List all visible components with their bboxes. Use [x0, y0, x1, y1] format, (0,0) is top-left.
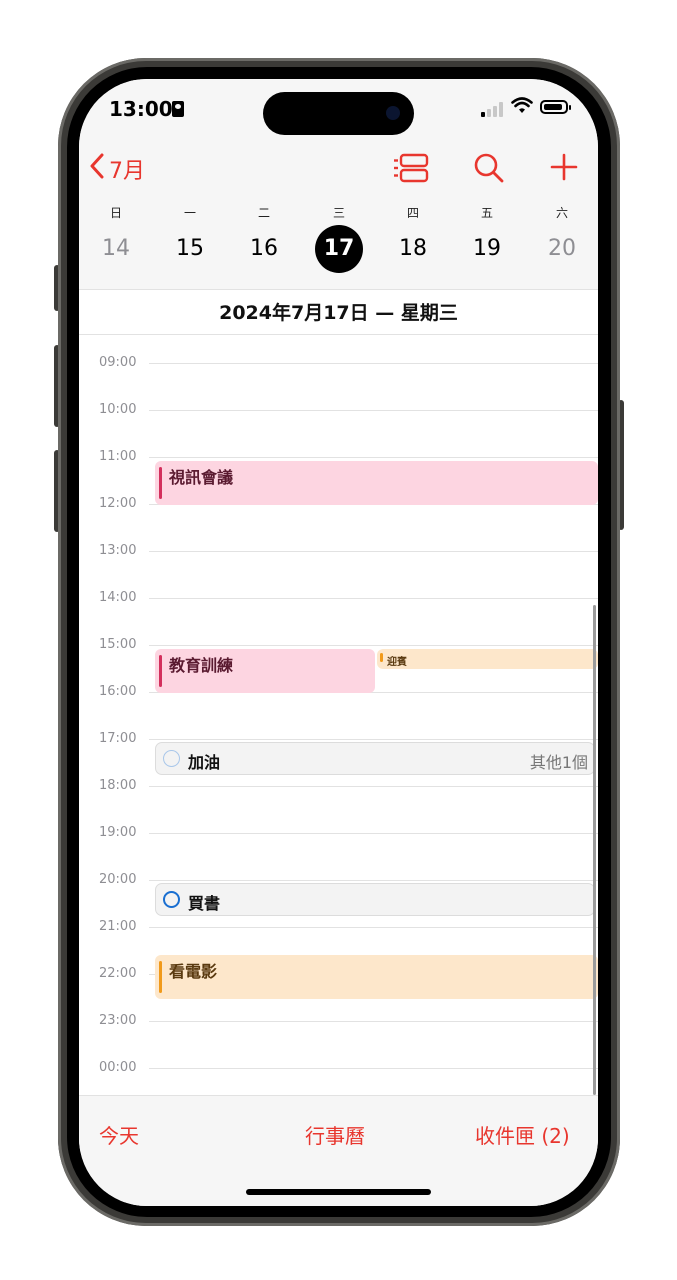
back-month-label: 7月 [109, 159, 145, 184]
event-title: 看電影 [169, 962, 218, 981]
camera-icon [386, 106, 400, 120]
hour-row: 10:00 [79, 402, 598, 422]
week-strip: 14 15 16 17 18 19 20 [79, 225, 598, 273]
event-color-bar [159, 961, 162, 993]
weekday-label: 五 [480, 206, 493, 220]
event-block[interactable]: 迎賓 [377, 649, 598, 669]
dynamic-island [263, 92, 414, 135]
status-time: 13:00 [109, 97, 173, 121]
list-view-icon[interactable] [393, 153, 429, 183]
date-cell[interactable]: 18 [389, 225, 437, 273]
reminder-more-count: 其他1個 [529, 753, 588, 772]
search-icon[interactable] [473, 152, 505, 184]
hour-label: 00:00 [99, 1060, 137, 1075]
event-block[interactable]: 看電影 [155, 955, 598, 999]
cellular-signal-icon [481, 101, 505, 117]
reminder-title: 買書 [188, 894, 221, 913]
day-timeline[interactable]: 09:00 10:00 11:00 12:00 13:00 14:00 15:0… [79, 335, 598, 1095]
weekday-label: 六 [555, 206, 568, 220]
hour-label: 14:00 [99, 590, 137, 605]
hour-label: 17:00 [99, 731, 137, 746]
reminder-title: 加油 [188, 753, 221, 772]
hour-label: 09:00 [99, 355, 137, 370]
battery-icon [540, 100, 568, 114]
hour-row: 00:00 [79, 1060, 598, 1080]
weekday-label: 二 [257, 206, 270, 220]
scrollbar[interactable] [593, 605, 596, 1095]
chevron-left-icon [89, 152, 105, 187]
date-cell[interactable]: 19 [463, 225, 511, 273]
hour-label: 13:00 [99, 543, 137, 558]
weekday-header: 日 一 二 三 四 五 六 [79, 204, 598, 220]
hour-label: 18:00 [99, 778, 137, 793]
reminder-checkbox[interactable] [163, 891, 180, 908]
calendar-screen: 13:00 7月 日 一 二 三 四 五 六 14 15 16 17 18 19… [79, 79, 598, 1206]
calendars-button[interactable]: 行事曆 [305, 1120, 365, 1149]
event-title: 視訊會議 [169, 468, 234, 487]
hour-label: 10:00 [99, 402, 137, 417]
date-cell[interactable]: 15 [166, 225, 214, 273]
today-button[interactable]: 今天 [99, 1120, 139, 1149]
event-title: 教育訓練 [169, 656, 234, 675]
hour-row: 19:00 [79, 825, 598, 845]
hour-label: 11:00 [99, 449, 137, 464]
reminder-item[interactable]: 加油 其他1個 [155, 742, 595, 775]
hour-row: 18:00 [79, 778, 598, 798]
hour-row: 13:00 [79, 543, 598, 563]
weekday-label: 一 [183, 206, 196, 220]
hour-label: 16:00 [99, 684, 137, 699]
focus-id-icon [172, 101, 184, 117]
hour-label: 12:00 [99, 496, 137, 511]
event-block[interactable]: 視訊會議 [155, 461, 598, 505]
weekday-label: 日 [109, 206, 122, 220]
event-block[interactable]: 教育訓練 [155, 649, 375, 693]
hour-row: 14:00 [79, 590, 598, 610]
hour-label: 15:00 [99, 637, 137, 652]
home-indicator[interactable] [246, 1189, 431, 1195]
event-color-bar [159, 467, 162, 499]
hour-label: 21:00 [99, 919, 137, 934]
wifi-icon [511, 97, 533, 120]
selected-day-title: 2024年7月17日 — 星期三 [79, 289, 598, 335]
event-color-bar [159, 655, 162, 687]
event-title: 迎賓 [387, 657, 407, 668]
hour-row: 23:00 [79, 1013, 598, 1033]
weekday-label: 四 [406, 206, 419, 220]
hour-row: 09:00 [79, 355, 598, 375]
reminder-checkbox[interactable] [163, 750, 180, 767]
hour-label: 22:00 [99, 966, 137, 981]
hour-label: 20:00 [99, 872, 137, 887]
date-cell[interactable]: 14 [92, 225, 140, 273]
back-month-button[interactable]: 7月 [89, 151, 145, 187]
battery-tip [569, 105, 571, 110]
reminder-item[interactable]: 買書 [155, 883, 595, 916]
hour-label: 19:00 [99, 825, 137, 840]
selected-date-cell[interactable]: 17 [315, 225, 363, 273]
weekday-label: 三 [332, 206, 345, 220]
hour-label: 23:00 [99, 1013, 137, 1028]
add-event-icon[interactable] [549, 152, 579, 182]
inbox-button[interactable]: 收件匣 (2) [475, 1120, 570, 1149]
event-color-bar [380, 653, 383, 662]
hour-row: 21:00 [79, 919, 598, 939]
date-cell[interactable]: 16 [240, 225, 288, 273]
date-cell[interactable]: 20 [538, 225, 586, 273]
